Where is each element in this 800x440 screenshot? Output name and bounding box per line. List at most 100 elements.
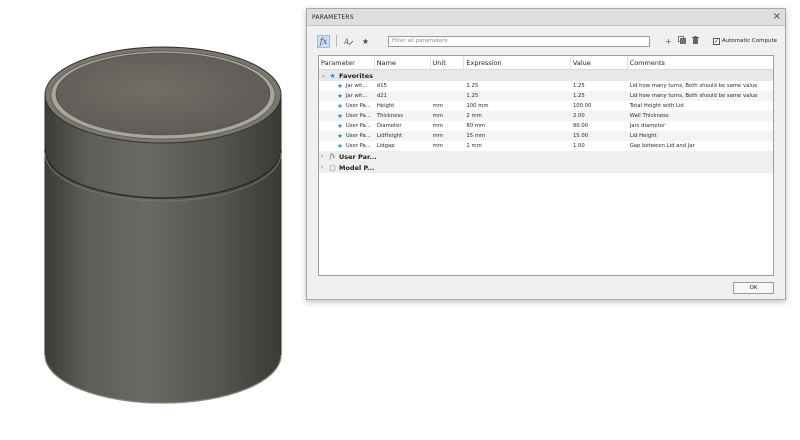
cell-parameter: ★ User Pa... [319,132,375,140]
star-icon[interactable]: ★ [337,142,343,150]
cell-unit: mm [432,103,443,109]
table-row[interactable]: ★ User Pa... Thickness mm 2 mm 2.00 Wall Thick… [319,111,773,121]
column-header-value[interactable]: Value [571,56,628,69]
star-icon[interactable]: ★ [337,102,343,110]
star-icon[interactable]: ★ [337,112,343,120]
table-row[interactable]: ★ User Pa... LidHeight mm 15 mm 15.00 Lid Heig… [319,131,773,141]
cell-value: 1.00 [572,143,585,149]
cell-value: 100.00 [572,103,592,109]
model-icon: ▢ [329,163,336,172]
parameter-source: User Pa... [345,133,371,139]
toolbar-divider [336,35,337,47]
column-header-name[interactable]: Name [375,56,431,69]
cell-unit: mm [432,133,443,139]
jar-model [44,46,282,404]
table-row[interactable]: ★ Jar wit... d15 1.25 1.25 Lid how many turns… [319,81,773,91]
automatic-compute-label: Automatic Compute [721,38,777,44]
group-favorites[interactable]: ⌄ ★ Favorites [319,70,773,81]
cell-value: 1.25 [572,93,585,99]
group-label: Favorites [339,71,373,80]
automatic-compute-checkbox[interactable]: ✓ [712,37,720,45]
cell-value: 2.00 [572,113,585,119]
cell-comment: Lid Height [629,133,657,139]
group-label: Model P... [339,163,375,172]
cell-name: Thickness [376,113,404,119]
table-row[interactable]: ★ User Pa... Height mm 100 mm 100.00 Total Hei… [319,101,773,111]
parameters-dialog: PARAMETERS × fx A ★ + ✓ Automatic Comput… [306,8,786,300]
cell-unit: mm [432,123,443,129]
cell-comment: Wall Thickness [629,113,669,119]
cell-value: 1.25 [572,83,585,89]
cell-parameter: ★ Jar wit... [319,92,375,100]
plus-icon[interactable]: + [665,37,672,46]
cell-comment: Lid how many turns, Both should be same … [629,83,758,89]
parameter-source: User Pa... [345,143,371,149]
column-header-expression[interactable]: Expression [464,56,571,69]
cell-expression[interactable]: 1.25 [464,93,571,99]
cell-parameter: ★ Jar wit... [319,82,375,90]
close-icon[interactable]: × [773,12,781,22]
group-model-parameters[interactable]: › ▢ Model P... [319,162,773,173]
cell-comment: Lid how many turns, Both should be same … [629,93,758,99]
table-row[interactable]: ★ User Pa... Diameter mm 80 mm 80.00 Jars diam… [319,121,773,131]
star-icon[interactable]: ★ [337,92,343,100]
cell-comment: Gap between Lid and Jar [629,143,695,149]
parameter-source: Jar wit... [345,83,368,89]
model-viewport[interactable] [0,0,310,440]
favorites-rows: ★ Jar wit... d15 1.25 1.25 Lid how many turns… [319,81,773,151]
cell-expression[interactable]: 1 mm [464,143,571,149]
cell-expression[interactable]: 1.25 [464,83,571,89]
table-header: Parameter Name Unit Expression Value Com… [319,56,773,70]
cell-name: Diameter [376,123,402,129]
star-icon[interactable]: ★ [359,35,372,48]
cell-name: LidHeight [376,133,403,139]
parameter-source: User Pa... [345,113,371,119]
cell-name: Lidgap [376,143,395,149]
table-row[interactable]: ★ Jar wit... d21 1.25 1.25 Lid how many turns… [319,91,773,101]
fx-icon[interactable]: fx [317,34,330,48]
group-label: User Par... [339,152,377,161]
parameter-source: User Pa... [345,103,371,109]
column-header-parameter[interactable]: Parameter [319,56,375,69]
cell-parameter: ★ User Pa... [319,142,375,150]
cell-name: Height [376,103,395,109]
automatic-compute-toggle[interactable]: ✓ Automatic Compute [712,37,777,45]
table-row[interactable]: ★ User Pa... Lidgap mm 1 mm 1.00 Gap between L… [319,141,773,151]
cell-parameter: ★ User Pa... [319,112,375,120]
cell-value: 15.00 [572,133,589,139]
star-icon[interactable]: ★ [337,82,343,90]
cell-value: 80.00 [572,123,589,129]
group-user-parameters[interactable]: › fx User Par... [319,151,773,162]
cell-expression[interactable]: 100 mm [464,103,571,109]
ok-button[interactable]: OK [733,282,774,294]
cell-parameter: ★ User Pa... [319,122,375,130]
toolbar-actions: + ✓ Automatic Compute [659,36,777,46]
cell-expression[interactable]: 2 mm [464,113,571,119]
cell-parameter: ★ User Pa... [319,102,375,110]
cell-expression[interactable]: 15 mm [464,133,571,139]
filter-input[interactable] [388,35,650,47]
fx-icon: fx [329,153,336,160]
cell-name: d15 [376,83,387,89]
star-icon[interactable]: ★ [337,132,343,140]
dialog-titlebar[interactable]: PARAMETERS × [307,9,785,26]
cell-expression[interactable]: 80 mm [464,123,571,129]
column-header-comments[interactable]: Comments [628,56,773,69]
chevron-down-icon[interactable]: ⌄ [321,72,328,79]
copy-icon[interactable] [678,36,686,46]
parameter-source: Jar wit... [345,93,368,99]
chevron-right-icon[interactable]: › [321,164,328,171]
text-parameter-icon[interactable]: A [342,35,355,48]
trash-icon[interactable] [691,36,699,46]
chevron-right-icon[interactable]: › [321,153,328,160]
column-header-unit[interactable]: Unit [431,56,465,69]
parameters-toolbar: fx A ★ + ✓ Automatic Compute [317,33,777,49]
parameters-table: Parameter Name Unit Expression Value Com… [318,55,774,276]
parameter-source: User Pa... [345,123,371,129]
cell-comment: Total Height with Lid [629,103,684,109]
star-icon: ★ [329,71,336,80]
svg-text:A: A [344,38,349,46]
cell-comment: Jars diameter [629,123,666,129]
star-icon[interactable]: ★ [337,122,343,130]
cell-name: d21 [376,93,387,99]
